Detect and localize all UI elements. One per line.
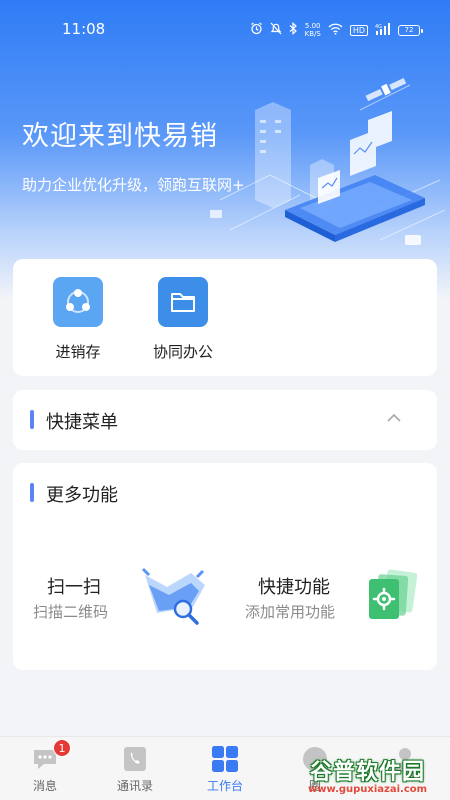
- feature-scan-subtitle: 扫描二维码: [33, 603, 109, 621]
- chevron-up-icon[interactable]: [385, 409, 403, 427]
- tab-contacts[interactable]: 通讯录: [105, 745, 165, 794]
- battery-icon: 72: [398, 24, 423, 36]
- status-time: 11:08: [62, 20, 106, 38]
- section-accent-bar: [30, 483, 34, 502]
- share-nodes-icon: [53, 277, 103, 327]
- alarm-icon: [250, 22, 263, 38]
- network-speed-unit: KB/S: [304, 30, 321, 38]
- welcome-title: 欢迎来到快易销: [22, 121, 218, 152]
- tab-messages-label: 消息: [32, 779, 57, 793]
- status-icons: 5.00 KB/S HD 4G 72: [250, 21, 423, 38]
- network-speed-value: 5.00: [304, 22, 321, 30]
- settings-cards-icon: [369, 569, 418, 619]
- quick-menu-title: 快捷菜单: [46, 412, 118, 433]
- watermark-url: www.gupuxiazai.com: [308, 784, 428, 795]
- network-speed: 5.00 KB/S: [305, 22, 321, 38]
- site-watermark: 谷普软件园 www.gupuxiazai.com: [300, 752, 450, 800]
- section-accent-bar: [30, 410, 34, 429]
- quick-menu-card[interactable]: 快捷菜单: [13, 390, 437, 450]
- watermark-main: 谷普软件园: [310, 760, 426, 785]
- bluetooth-icon: [289, 21, 298, 38]
- wifi-icon: [328, 23, 343, 38]
- app-inventory[interactable]: 进销存: [38, 277, 118, 362]
- more-features-title: 更多功能: [46, 485, 118, 506]
- more-features-card: 更多功能 扫一扫 扫描二维码 快捷功能 添加常用功能: [13, 463, 437, 670]
- feature-shortcuts-subtitle: 添加常用功能: [245, 603, 336, 621]
- status-bar: 11:08 5.00 KB/S HD 4G 72: [0, 0, 450, 58]
- app-inventory-label: 进销存: [55, 343, 101, 361]
- tab-messages[interactable]: 1 消息: [15, 739, 75, 794]
- chat-bubble-icon: 1: [31, 739, 71, 773]
- feature-shortcuts-title: 快捷功能: [258, 577, 330, 598]
- hd-badge: HD: [349, 24, 368, 36]
- app-collaboration[interactable]: 协同办公: [143, 277, 223, 362]
- scan-magnifier-icon: [141, 567, 205, 625]
- grid-icon: [211, 745, 239, 773]
- phone-book-icon: [121, 745, 149, 773]
- tab-workbench[interactable]: 工作台: [195, 745, 255, 794]
- mute-icon: [270, 22, 282, 38]
- hero-illustration: [210, 77, 446, 245]
- tab-workbench-label: 工作台: [206, 779, 243, 793]
- feature-scan-title: 扫一扫: [47, 577, 101, 598]
- folder-icon: [158, 277, 208, 327]
- apps-card: 进销存 协同办公: [13, 259, 437, 376]
- tab-contacts-label: 通讯录: [116, 779, 153, 793]
- signal-icon: 4G: [375, 22, 391, 38]
- app-collaboration-label: 协同办公: [152, 343, 213, 361]
- unread-badge: 1: [53, 739, 71, 757]
